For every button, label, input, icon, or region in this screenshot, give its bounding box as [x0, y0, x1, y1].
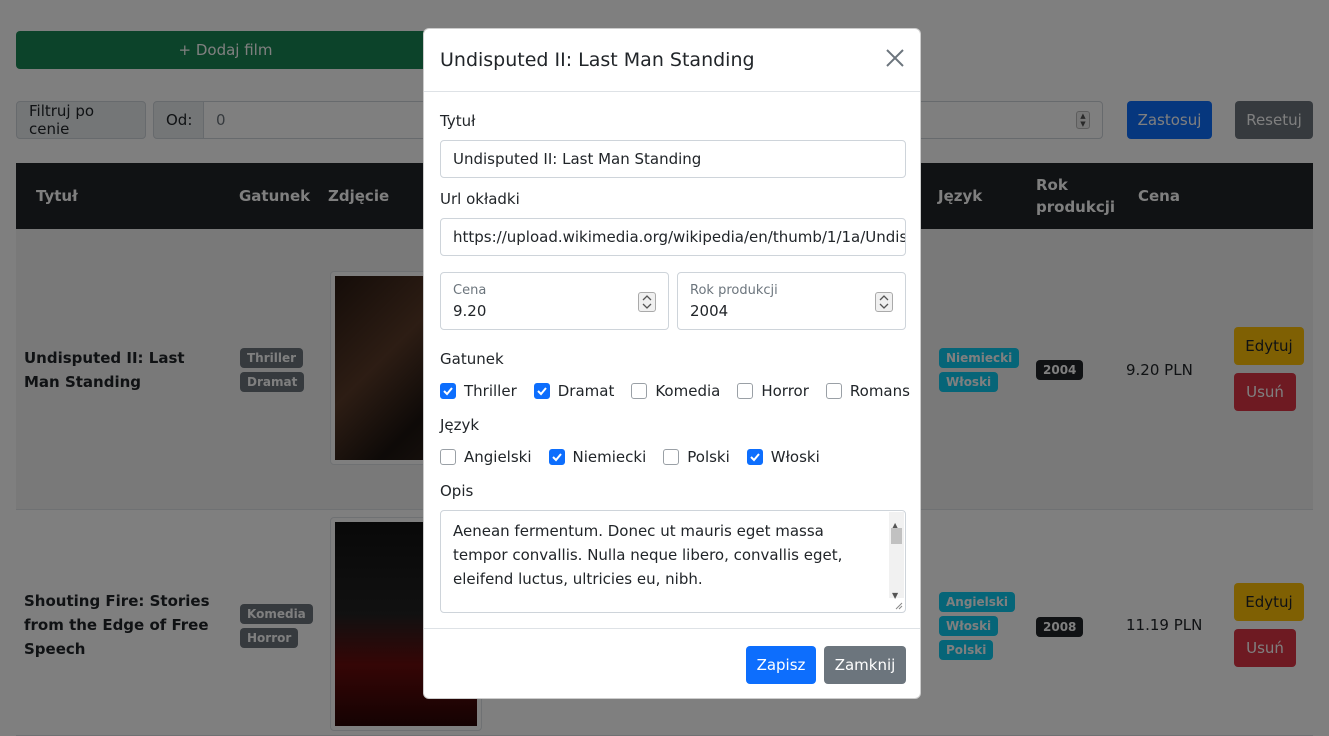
checkbox-checked-icon[interactable]	[548, 449, 565, 465]
year-label: Rok produkcji	[690, 283, 778, 298]
checkbox-label: Angielski	[464, 448, 532, 466]
title-input[interactable]: Undisputed II: Last Man Standing	[440, 140, 906, 178]
textarea-scrollbar[interactable]: ▲ ▼	[889, 512, 904, 600]
description-text: Aenean fermentum. Donec ut mauris eget m…	[453, 522, 843, 588]
description-textarea[interactable]: Aenean fermentum. Donec ut mauris eget m…	[440, 510, 906, 613]
checkbox-label: Romans	[849, 382, 910, 400]
genre-checkbox-horror[interactable]: Horror	[737, 382, 809, 400]
language-checkbox-niemiecki[interactable]: Niemiecki	[548, 448, 647, 466]
genre-label: Gatunek	[440, 350, 504, 368]
price-spinner-icon[interactable]	[638, 292, 656, 312]
language-checkbox-polski[interactable]: Polski	[663, 448, 730, 466]
scroll-thumb[interactable]	[891, 528, 902, 544]
description-label: Opis	[440, 482, 474, 500]
resize-grip-icon[interactable]	[893, 600, 903, 610]
price-label: Cena	[453, 283, 487, 298]
close-button[interactable]: Zamknij	[824, 646, 906, 684]
checkbox-label: Niemiecki	[572, 448, 647, 466]
genre-checkbox-romans[interactable]: Romans	[825, 382, 910, 400]
checkbox-unchecked-icon[interactable]	[631, 383, 648, 399]
genre-checkbox-dramat[interactable]: Dramat	[533, 382, 615, 400]
checkbox-label: Włoski	[770, 448, 820, 466]
checkbox-unchecked-icon[interactable]	[737, 383, 754, 399]
checkbox-label: Thriller	[464, 382, 517, 400]
language-checkbox-wloski[interactable]: Włoski	[746, 448, 820, 466]
close-icon[interactable]	[884, 47, 906, 69]
language-checkboxes: Angielski Niemiecki Polski Włoski	[440, 448, 837, 466]
year-value: 2004	[690, 302, 729, 320]
save-button[interactable]: Zapisz	[746, 646, 816, 684]
modal-header: Undisputed II: Last Man Standing	[424, 29, 920, 92]
cover-url-label: Url okładki	[440, 190, 520, 208]
checkbox-unchecked-icon[interactable]	[440, 449, 456, 465]
checkbox-unchecked-icon[interactable]	[663, 449, 680, 465]
checkbox-unchecked-icon[interactable]	[825, 383, 842, 399]
checkbox-label: Horror	[761, 382, 809, 400]
checkbox-checked-icon[interactable]	[533, 383, 550, 399]
checkbox-label: Polski	[687, 448, 730, 466]
modal-title: Undisputed II: Last Man Standing	[440, 49, 755, 71]
edit-movie-modal: Undisputed II: Last Man Standing Tytuł U…	[423, 28, 921, 699]
checkbox-label: Dramat	[557, 382, 615, 400]
language-checkbox-angielski[interactable]: Angielski	[440, 448, 532, 466]
genre-checkboxes: Thriller Dramat Komedia Horror Romans	[440, 382, 910, 400]
genre-checkbox-thriller[interactable]: Thriller	[440, 382, 517, 400]
language-label: Język	[440, 416, 480, 434]
cover-url-input[interactable]: https://upload.wikimedia.org/wikipedia/e…	[440, 218, 906, 256]
year-field[interactable]: Rok produkcji 2004	[677, 272, 906, 330]
checkbox-checked-icon[interactable]	[440, 383, 456, 399]
genre-checkbox-komedia[interactable]: Komedia	[631, 382, 720, 400]
checkbox-checked-icon[interactable]	[746, 449, 763, 465]
checkbox-label: Komedia	[655, 382, 721, 400]
year-spinner-icon[interactable]	[875, 292, 893, 312]
title-label: Tytuł	[440, 112, 476, 130]
modal-footer: Zapisz Zamknij	[424, 628, 920, 699]
price-field[interactable]: Cena 9.20	[440, 272, 669, 330]
price-value: 9.20	[453, 302, 487, 320]
